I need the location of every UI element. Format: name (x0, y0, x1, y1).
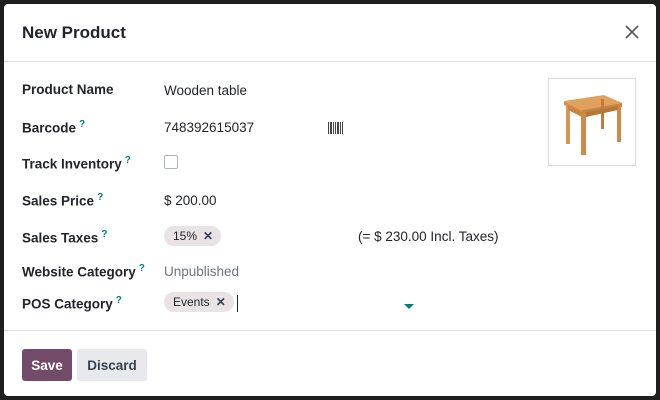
sales-taxes-help-icon[interactable]: ? (101, 229, 107, 240)
pos-category-tag[interactable]: Events ✕ (164, 292, 234, 312)
wooden-table-icon (564, 95, 622, 155)
dialog-header: New Product (4, 4, 656, 62)
website-category-label: Website Category? (22, 263, 145, 280)
track-inventory-label-text: Track Inventory (22, 156, 122, 172)
sales-price-label-text: Sales Price (22, 193, 95, 209)
website-category-label-text: Website Category (22, 264, 136, 280)
sales-tax-tag-remove-icon[interactable]: ✕ (203, 229, 213, 243)
pos-category-label: POS Category? (22, 295, 122, 312)
track-inventory-checkbox[interactable] (164, 155, 178, 169)
product-name-label-text: Product Name (22, 82, 114, 97)
new-product-dialog: New Product Product Name Wooden table Ba… (4, 4, 656, 396)
sales-price-label: Sales Price? (22, 192, 103, 209)
save-button[interactable]: Save (22, 349, 72, 381)
sales-price-help-icon[interactable]: ? (97, 192, 103, 203)
barcode-field[interactable]: 748392615037 (164, 120, 254, 135)
track-inventory-help-icon[interactable]: ? (125, 155, 131, 166)
barcode-help-icon[interactable]: ? (79, 119, 85, 130)
sales-taxes-label: Sales Taxes? (22, 229, 107, 246)
website-category-field[interactable]: Unpublished (164, 264, 239, 279)
pos-category-label-text: POS Category (22, 296, 113, 312)
sales-tax-tag-label: 15% (173, 229, 198, 243)
product-name-field[interactable]: Wooden table (164, 83, 247, 98)
dialog-title: New Product (22, 23, 126, 42)
sales-taxes-label-text: Sales Taxes (22, 230, 99, 246)
pos-category-input-cursor[interactable] (237, 295, 238, 312)
product-image[interactable] (548, 78, 636, 166)
track-inventory-label: Track Inventory? (22, 155, 131, 172)
close-icon[interactable] (622, 22, 642, 42)
discard-button[interactable]: Discard (77, 349, 147, 381)
sales-taxes-incl-text: (= $ 230.00 Incl. Taxes) (358, 229, 499, 244)
sales-price-field[interactable]: $ 200.00 (164, 193, 217, 208)
dialog-footer: Save Discard (4, 330, 656, 396)
barcode-label-text: Barcode (22, 120, 77, 136)
product-name-label: Product Name (22, 82, 114, 97)
pos-category-help-icon[interactable]: ? (116, 295, 122, 306)
barcode-icon (328, 121, 343, 134)
pos-category-tag-remove-icon[interactable]: ✕ (216, 295, 226, 309)
pos-category-tag-label: Events (173, 295, 210, 309)
barcode-label: Barcode? (22, 119, 85, 136)
website-category-help-icon[interactable]: ? (139, 263, 145, 274)
sales-tax-tag[interactable]: 15% ✕ (164, 226, 222, 246)
caret-down-icon[interactable] (404, 304, 414, 309)
